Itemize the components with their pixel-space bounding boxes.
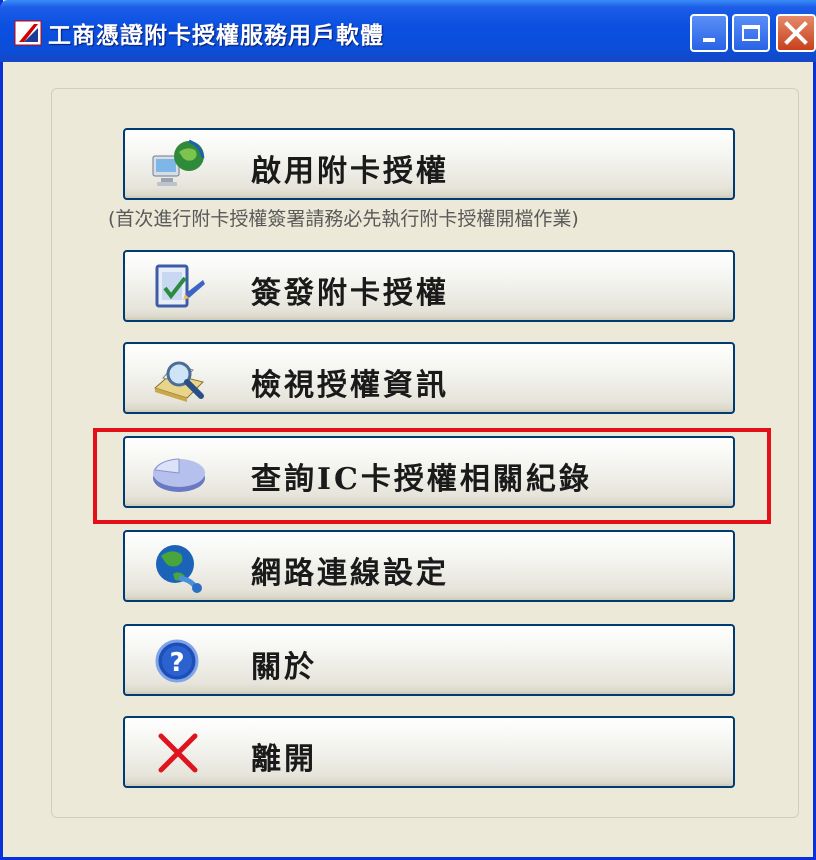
enable-authorization-button[interactable]: 啟用附卡授權 (123, 128, 735, 200)
app-logo-icon (14, 20, 42, 46)
app-window: 工商憑證附卡授權服務用戶軟體 啟用附卡授權 (首次進行附卡授權簽署請務必先執行附… (0, 0, 816, 860)
exit-button[interactable]: 離開 (123, 716, 735, 788)
about-button[interactable]: ? 關於 (123, 624, 735, 696)
highlight-box (93, 428, 771, 524)
view-authorization-label: 檢視授權資訊 (251, 368, 449, 403)
svg-text:?: ? (169, 648, 184, 678)
title-bar[interactable]: 工商憑證附卡授權服務用戶軟體 (0, 0, 816, 62)
minimize-icon (703, 38, 715, 42)
close-x-icon (158, 733, 198, 773)
network-settings-button[interactable]: 網路連線設定 (123, 530, 735, 602)
network-settings-label: 網路連線設定 (251, 556, 449, 591)
view-authorization-button[interactable]: 檢視授權資訊 (123, 342, 735, 414)
window-title: 工商憑證附卡授權服務用戶軟體 (48, 23, 384, 49)
issue-authorization-button[interactable]: 簽發附卡授權 (123, 250, 735, 322)
network-computer-globe-icon (152, 139, 205, 186)
minimize-button[interactable] (690, 14, 728, 52)
help-icon: ? (155, 639, 199, 683)
about-label: 關於 (251, 650, 317, 685)
close-icon (784, 21, 808, 45)
issue-authorization-label: 簽發附卡授權 (251, 276, 449, 311)
maximize-icon (742, 25, 760, 41)
maximize-button[interactable] (732, 14, 770, 52)
close-button[interactable] (776, 14, 816, 52)
globe-network-icon (156, 545, 202, 593)
exit-label: 離開 (251, 742, 317, 777)
enable-authorization-label: 啟用附卡授權 (251, 154, 449, 189)
document-sign-icon (155, 264, 205, 308)
magnifier-document-icon (153, 361, 204, 402)
enable-hint-text: (首次進行附卡授權簽署請務必先執行附卡授權開檔作業) (108, 208, 579, 230)
